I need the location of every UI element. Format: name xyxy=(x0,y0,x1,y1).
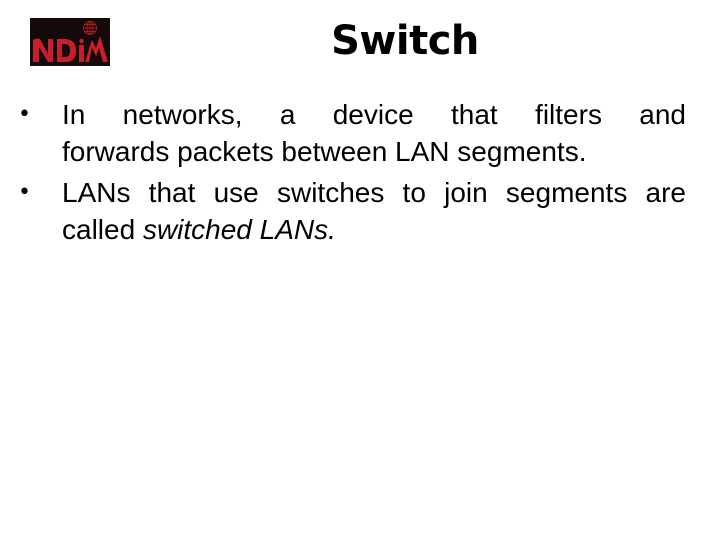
logo-letter-d xyxy=(57,39,76,62)
bullet-item: • LANs that use switches to join segment… xyxy=(0,174,686,248)
bullet-text-line: forwards packets between LAN segments. xyxy=(62,136,587,167)
globe-icon xyxy=(83,21,97,35)
logo-letter-m xyxy=(85,36,108,62)
bullet-text-emphasis: switched LANs. xyxy=(142,214,336,245)
bullet-text: LANs that use switches to join segments … xyxy=(62,177,686,245)
bullet-item: • In networks, a device that filters and… xyxy=(0,96,686,170)
logo-letter-i-dot xyxy=(79,38,84,44)
ndim-logo-graphic xyxy=(33,21,108,62)
slide-title: Switch xyxy=(331,18,479,64)
bullet-marker: • xyxy=(18,180,31,205)
bullet-text-line: In networks, a device that filters and xyxy=(62,99,686,130)
logo-letter-i xyxy=(79,45,84,62)
ndim-logo xyxy=(30,18,110,66)
bullet-marker: • xyxy=(18,102,31,127)
logo-letter-n xyxy=(33,38,53,62)
bullet-list: • In networks, a device that filters and… xyxy=(0,96,720,252)
